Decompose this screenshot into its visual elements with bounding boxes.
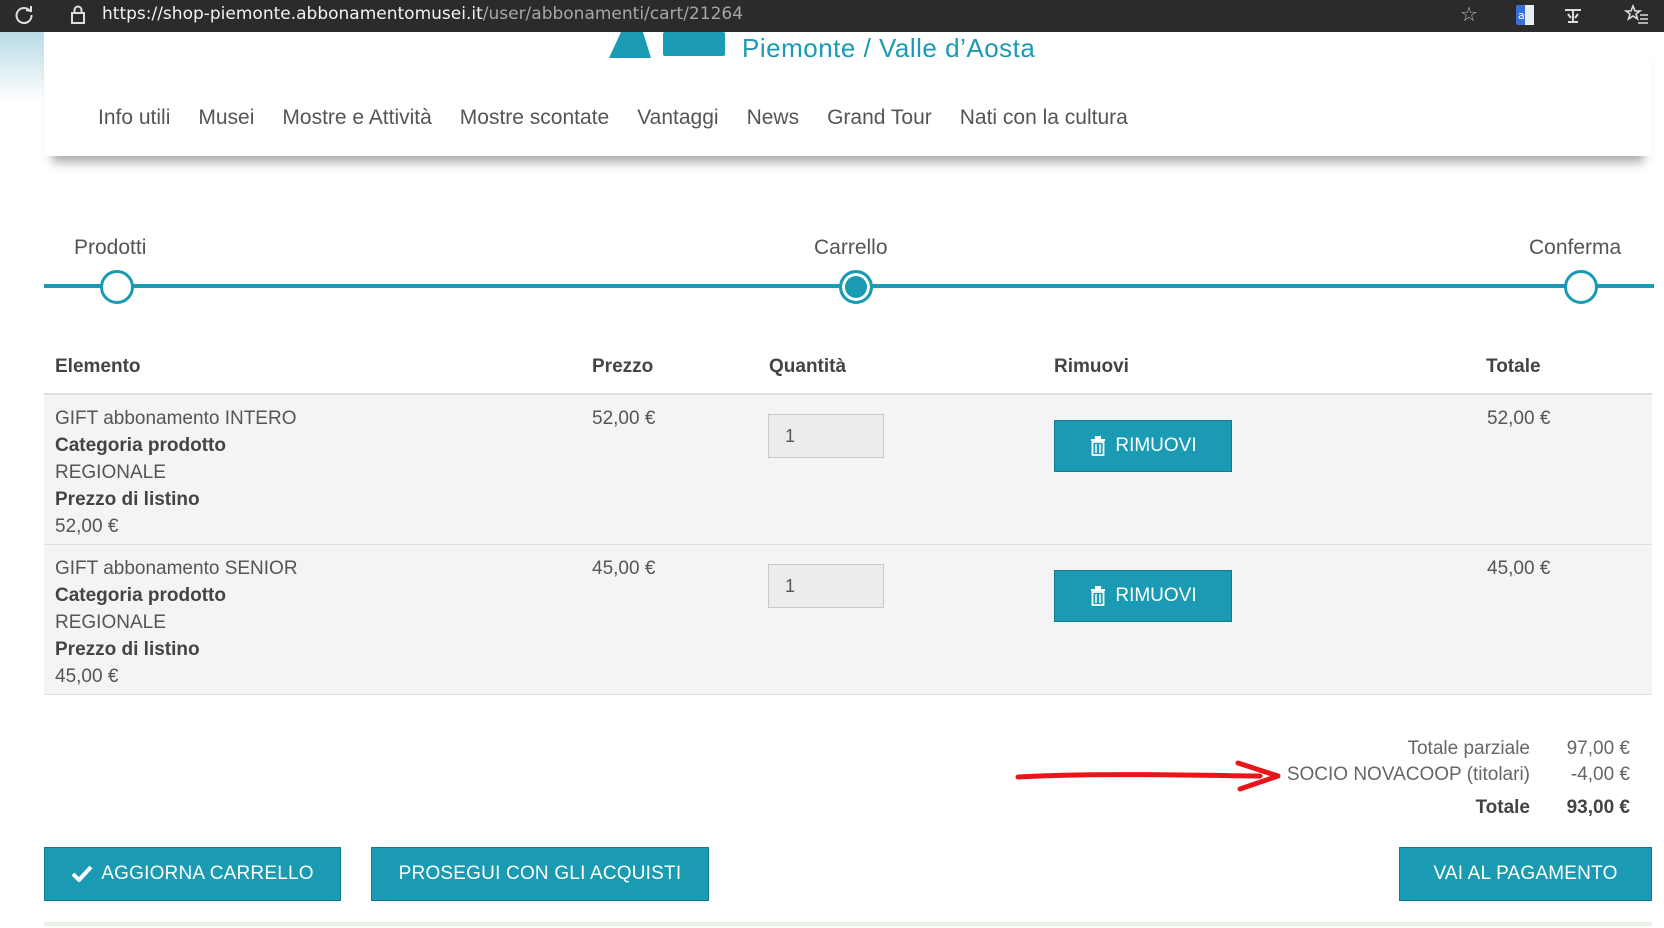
step-circle-prodotti[interactable] <box>100 270 134 304</box>
remove-button[interactable]: RIMUOVI <box>1054 570 1232 622</box>
total-label: Totale <box>1475 797 1530 818</box>
remove-button-label: RIMUOVI <box>1115 585 1197 606</box>
quantity-input[interactable]: 1 <box>768 564 884 608</box>
column-header-price: Prezzo <box>592 356 654 377</box>
step-label-carrello: Carrello <box>814 236 888 259</box>
item-details: GIFT abbonamento SENIOR Categoria prodot… <box>55 555 298 690</box>
discount-label: SOCIO NOVACOOP (titolari) <box>1286 764 1530 785</box>
item-name: GIFT abbonamento INTERO <box>55 408 297 429</box>
nav-item-nati-con-la-cultura[interactable]: Nati con la cultura <box>960 104 1128 132</box>
page-background-gradient <box>0 32 44 102</box>
list-price-label: Prezzo di listino <box>55 489 200 510</box>
item-price: 45,00 € <box>592 558 656 579</box>
favorite-star-icon[interactable]: ☆ <box>1460 2 1478 26</box>
column-header-total: Totale <box>1486 356 1541 377</box>
item-details: GIFT abbonamento INTERO Categoria prodot… <box>55 405 296 540</box>
step-label-conferma: Conferma <box>1529 236 1622 259</box>
item-category: REGIONALE <box>55 462 166 483</box>
update-cart-label: AGGIORNA CARRELLO <box>101 863 314 884</box>
item-category: REGIONALE <box>55 612 166 633</box>
go-to-payment-button[interactable]: VAI AL PAGAMENTO <box>1399 847 1652 901</box>
nav-item-mostre-attivita[interactable]: Mostre e Attività <box>282 104 431 132</box>
continue-shopping-label: PROSEGUI CON GLI ACQUISTI <box>398 863 682 884</box>
total-value: 93,00 € <box>1566 797 1630 818</box>
footer-divider <box>44 922 1652 926</box>
remove-button[interactable]: RIMUOVI <box>1054 420 1232 472</box>
item-list-price: 52,00 € <box>55 516 119 537</box>
subtotal-label: Totale parziale <box>1407 738 1530 759</box>
category-label: Categoria prodotto <box>55 435 226 456</box>
reload-icon[interactable] <box>12 3 36 27</box>
subtotal-value: 97,00 € <box>1566 738 1630 759</box>
item-list-price: 45,00 € <box>55 666 119 687</box>
svg-text:a: a <box>1518 9 1525 22</box>
item-name: GIFT abbonamento SENIOR <box>55 558 298 579</box>
category-label: Categoria prodotto <box>55 585 226 606</box>
address-bar[interactable]: https://shop-piemonte.abbonamentomusei.i… <box>102 3 743 25</box>
nav-item-mostre-scontate[interactable]: Mostre scontate <box>460 104 609 132</box>
trash-icon <box>1091 436 1106 456</box>
brand-name[interactable]: Piemonte / Valle d’Aosta <box>742 32 1035 64</box>
discount-value: -4,00 € <box>1570 764 1630 785</box>
column-header-item: Elemento <box>55 356 141 377</box>
url-host: https://shop-piemonte.abbonamentomusei.i… <box>102 4 483 24</box>
trash-icon <box>1091 586 1106 606</box>
nav-item-grand-tour[interactable]: Grand Tour <box>827 104 932 132</box>
checkout-stepper: Prodotti Carrello Conferma <box>44 230 1654 304</box>
browser-toolbar: https://shop-piemonte.abbonamentomusei.i… <box>0 0 1664 32</box>
step-circle-conferma <box>1564 270 1598 304</box>
favorites-icon[interactable] <box>1624 2 1650 28</box>
list-price-label: Prezzo di listino <box>55 639 200 660</box>
item-total: 45,00 € <box>1487 558 1551 579</box>
lock-icon <box>71 5 85 24</box>
update-cart-button[interactable]: AGGIORNA CARRELLO <box>44 847 341 901</box>
nav-item-info-utili[interactable]: Info utili <box>98 104 170 132</box>
reader-icon[interactable] <box>1560 2 1586 28</box>
remove-button-label: RIMUOVI <box>1115 435 1197 456</box>
step-circle-carrello <box>839 270 873 304</box>
column-header-remove: Rimuovi <box>1054 356 1129 377</box>
main-nav: Info utili Musei Mostre e Attività Mostr… <box>98 104 1156 132</box>
go-to-payment-label: VAI AL PAGAMENTO <box>1433 863 1618 884</box>
site-logo[interactable] <box>599 32 729 58</box>
url-path: /user/abbonamenti/cart/21264 <box>482 4 744 24</box>
step-label-prodotti: Prodotti <box>74 236 147 259</box>
table-row: GIFT abbonamento INTERO Categoria prodot… <box>44 395 1652 545</box>
column-header-qty: Quantità <box>769 356 847 377</box>
nav-item-news[interactable]: News <box>747 104 800 132</box>
translate-icon[interactable]: a <box>1512 2 1538 28</box>
nav-item-vantaggi[interactable]: Vantaggi <box>637 104 718 132</box>
site-header: Piemonte / Valle d’Aosta Info utili Muse… <box>44 32 1652 156</box>
item-price: 52,00 € <box>592 408 656 429</box>
nav-item-musei[interactable]: Musei <box>198 104 254 132</box>
quantity-input[interactable]: 1 <box>768 414 884 458</box>
continue-shopping-button[interactable]: PROSEGUI CON GLI ACQUISTI <box>371 847 709 901</box>
item-total: 52,00 € <box>1487 408 1551 429</box>
table-row: GIFT abbonamento SENIOR Categoria prodot… <box>44 545 1652 695</box>
checkmark-icon <box>71 865 93 882</box>
